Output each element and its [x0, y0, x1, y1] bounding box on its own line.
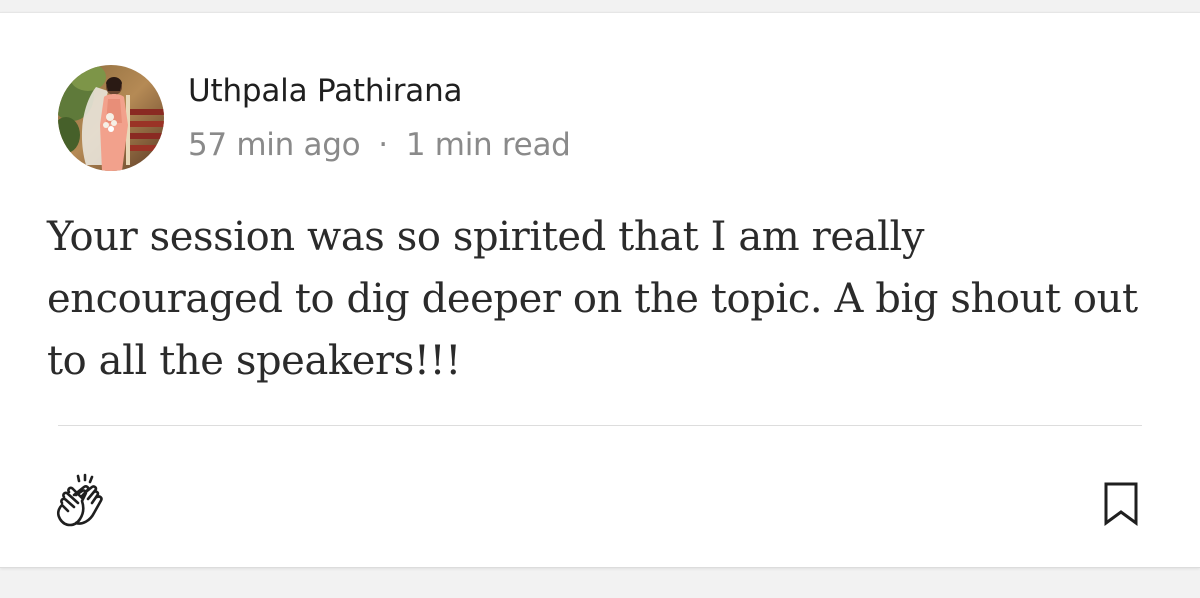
- post-meta: 57 min ago · 1 min read: [188, 127, 571, 163]
- meta-separator: ·: [378, 127, 388, 163]
- response-card: Uthpala Pathirana 57 min ago · 1 min read …: [0, 12, 1200, 568]
- avatar-image: [58, 65, 164, 171]
- response-body[interactable]: Your session was so spirited that I am r…: [47, 206, 1157, 392]
- avatar[interactable]: [58, 65, 164, 171]
- bookmark-icon: [1104, 482, 1138, 526]
- divider: [58, 425, 1142, 426]
- posted-time[interactable]: 57 min ago: [188, 127, 361, 163]
- bookmark-button[interactable]: [1100, 481, 1142, 527]
- read-time: 1 min read: [405, 127, 571, 163]
- author-name[interactable]: Uthpala Pathirana: [188, 73, 463, 109]
- clap-icon: [56, 473, 103, 527]
- clap-button[interactable]: [54, 473, 112, 533]
